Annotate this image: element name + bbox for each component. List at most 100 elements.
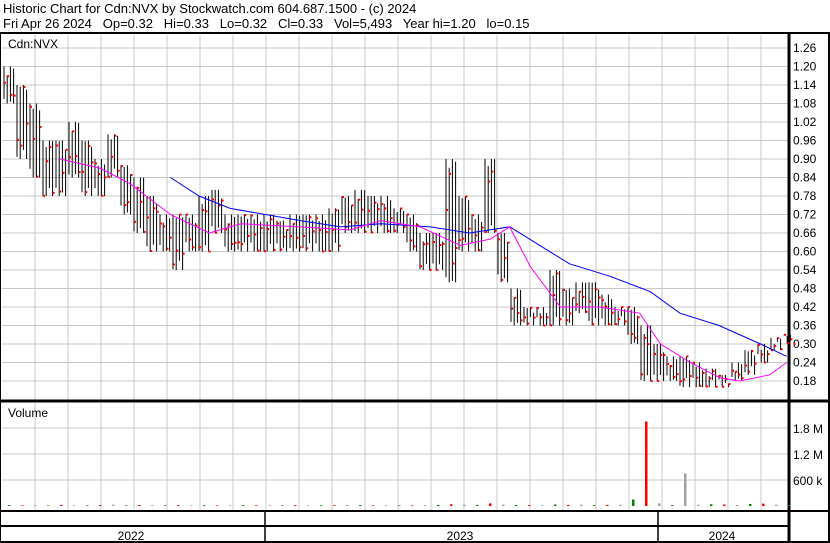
- close-tick: [439, 243, 442, 246]
- close-tick: [667, 362, 669, 365]
- close-tick: [182, 252, 185, 255]
- close-tick: [267, 228, 270, 231]
- volume-bar: [749, 504, 752, 506]
- price-tick-label: 0.42: [793, 300, 817, 314]
- close-tick: [738, 373, 741, 376]
- close-tick: [150, 250, 153, 253]
- close-tick: [160, 222, 162, 225]
- close-tick: [52, 191, 55, 194]
- close-tick: [394, 229, 396, 232]
- volume-bar: [619, 504, 622, 506]
- close-tick: [543, 324, 546, 327]
- close-tick: [527, 322, 530, 325]
- volume-bar: [697, 504, 700, 506]
- close-tick: [663, 354, 666, 357]
- close-tick: [488, 180, 491, 183]
- close-tick: [621, 306, 624, 309]
- close-tick: [316, 217, 318, 220]
- close-tick: [325, 230, 328, 233]
- volume-bar: [99, 505, 102, 506]
- close-tick: [420, 265, 422, 268]
- close-tick: [696, 376, 699, 379]
- close-tick: [465, 195, 468, 198]
- close-tick: [423, 243, 426, 246]
- close-tick: [481, 226, 484, 229]
- close-tick: [173, 263, 175, 266]
- close-tick: [361, 208, 364, 211]
- close-tick: [306, 247, 309, 250]
- price-tick-label: 0.54: [793, 263, 817, 277]
- close-tick: [140, 200, 143, 203]
- volume-bar: [216, 505, 219, 506]
- volume-bar: [489, 503, 492, 506]
- close-tick: [728, 382, 731, 385]
- close-tick: [374, 201, 377, 204]
- chart-frame: [0, 32, 830, 543]
- close-tick: [582, 295, 585, 298]
- close-tick: [446, 209, 448, 212]
- price-tick-label: 0.72: [793, 208, 817, 222]
- close-tick: [735, 370, 738, 373]
- close-tick: [260, 227, 263, 230]
- close-tick: [787, 341, 790, 344]
- volume-bar: [333, 505, 336, 506]
- close-tick: [215, 231, 218, 234]
- volume-bar: [47, 505, 50, 506]
- close-tick: [355, 221, 357, 224]
- volume-bar: [632, 499, 635, 506]
- close-tick: [410, 239, 413, 242]
- close-tick: [377, 208, 380, 211]
- close-tick: [286, 228, 289, 231]
- volume-bar: [463, 504, 466, 506]
- close-tick: [381, 203, 383, 206]
- close-tick: [228, 223, 231, 226]
- price-tick-label: 1.26: [793, 41, 817, 55]
- close-tick: [780, 348, 783, 351]
- close-tick: [660, 353, 663, 356]
- price-tick-label: 0.96: [793, 134, 817, 148]
- volume-bar: [788, 505, 791, 506]
- close-tick: [758, 343, 760, 346]
- close-tick: [689, 375, 692, 378]
- price-tick-label: 1.02: [793, 115, 817, 129]
- close-tick: [670, 365, 673, 368]
- close-tick: [615, 323, 617, 326]
- close-tick: [199, 246, 201, 249]
- close-tick: [452, 262, 455, 265]
- close-tick: [426, 242, 429, 245]
- close-tick: [550, 324, 552, 327]
- close-tick: [563, 288, 565, 291]
- close-tick: [82, 170, 84, 173]
- close-tick: [85, 191, 88, 194]
- close-tick: [400, 207, 403, 210]
- close-tick: [472, 214, 474, 217]
- close-tick: [351, 204, 354, 207]
- close-tick: [364, 230, 367, 233]
- close-tick: [774, 345, 777, 348]
- close-tick: [117, 169, 120, 172]
- close-tick: [647, 343, 650, 346]
- close-tick: [358, 198, 361, 201]
- volume-bar: [606, 504, 609, 506]
- close-tick: [754, 362, 757, 365]
- volume-bar: [684, 473, 687, 506]
- close-tick: [546, 316, 549, 319]
- close-tick: [429, 268, 432, 271]
- close-tick: [384, 207, 387, 210]
- volume-tick-label: 1.2 M: [793, 448, 823, 462]
- close-tick: [17, 138, 19, 141]
- close-tick: [530, 306, 533, 309]
- volume-bar: [775, 504, 778, 506]
- close-tick: [130, 173, 133, 176]
- price-tick-label: 1.20: [793, 60, 817, 74]
- close-tick: [608, 323, 611, 326]
- close-tick: [764, 361, 767, 364]
- volume-bar: [346, 504, 349, 506]
- close-tick: [745, 364, 747, 367]
- close-tick: [442, 242, 445, 245]
- volume-bar: [567, 504, 570, 506]
- close-tick: [273, 248, 276, 251]
- close-tick: [33, 137, 36, 140]
- volume-bar: [21, 505, 24, 506]
- volume-bar: [281, 505, 284, 506]
